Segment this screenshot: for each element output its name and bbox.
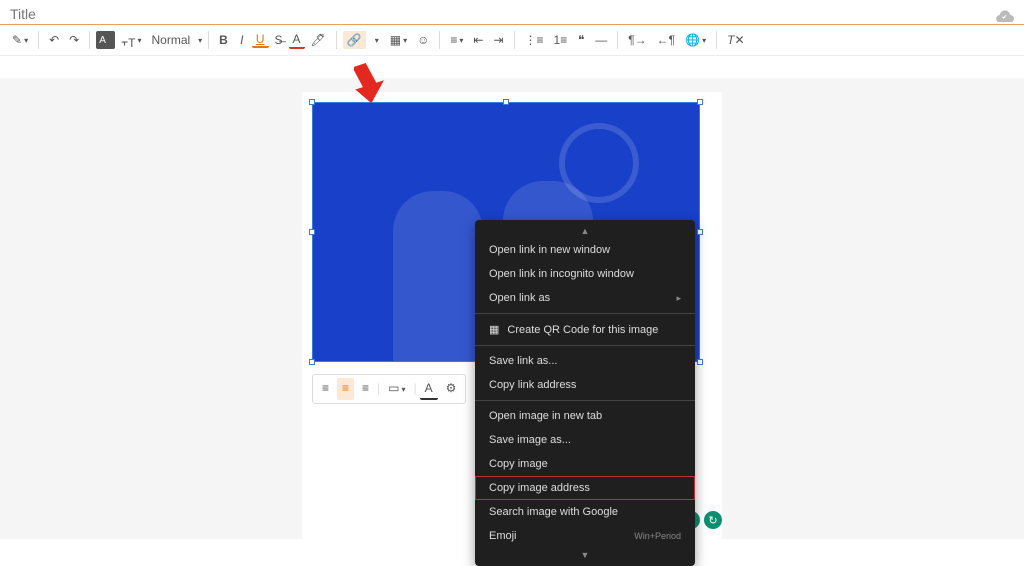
context-menu: ▲ Open link in new window Open link in i… <box>475 220 695 566</box>
resize-handle[interactable] <box>697 99 703 105</box>
align-right-button[interactable]: ≡ <box>357 378 374 400</box>
menu-save-image-as[interactable]: Save image as... <box>475 428 695 452</box>
fab-refresh-button[interactable]: ↻ <box>704 511 722 529</box>
emoji-button[interactable]: ☺ <box>413 31 433 49</box>
image-settings-button[interactable]: ⚙ <box>441 378 462 400</box>
menu-search-google[interactable]: Search image with Google <box>475 500 695 524</box>
highlight-button[interactable]: 🖊 <box>307 31 330 49</box>
menu-save-link-as[interactable]: Save link as... <box>475 349 695 373</box>
paragraph-style-select[interactable]: Normal <box>147 31 194 49</box>
font-family-button[interactable]: A▾ <box>96 31 115 49</box>
align-left-button[interactable]: ≡ <box>317 378 334 400</box>
hr-button[interactable]: — <box>591 31 611 49</box>
menu-open-incognito[interactable]: Open link in incognito window <box>475 262 695 286</box>
scroll-up-icon: ▲ <box>475 224 695 238</box>
indent-button[interactable]: ⇥ <box>489 31 507 49</box>
undo-button[interactable]: ↶ <box>45 31 63 49</box>
menu-create-qr[interactable]: ▦Create QR Code for this image <box>475 317 695 342</box>
clear-format-button[interactable]: T✕ <box>723 31 748 49</box>
link-button[interactable]: 🔗 <box>343 31 366 49</box>
resize-handle[interactable] <box>309 99 315 105</box>
resize-handle[interactable] <box>309 359 315 365</box>
menu-emoji[interactable]: EmojiWin+Period <box>475 524 695 548</box>
resize-handle[interactable] <box>697 359 703 365</box>
scroll-down-icon: ▼ <box>475 548 695 562</box>
strikethrough-button[interactable]: S̶ <box>271 31 287 49</box>
italic-button[interactable]: I <box>234 31 250 49</box>
language-button[interactable]: 🌐▾ <box>681 31 710 49</box>
rtl-button[interactable]: ←¶ <box>653 31 679 49</box>
ltr-button[interactable]: ¶→ <box>624 31 650 49</box>
align-center-button[interactable]: ≡ <box>337 378 354 400</box>
text-color-button[interactable]: A <box>289 31 305 49</box>
menu-open-image-new-tab[interactable]: Open image in new tab <box>475 404 695 428</box>
menu-copy-image-address[interactable]: Copy image address <box>475 476 695 500</box>
quote-button[interactable]: ❝ <box>573 31 589 49</box>
number-list-button[interactable]: 1≡ <box>550 31 572 49</box>
bullet-list-button[interactable]: ⋮≡ <box>521 31 548 49</box>
resize-handle[interactable] <box>503 99 509 105</box>
border-color-button[interactable]: A <box>420 378 438 400</box>
font-size-button[interactable]: ᠇T▾ <box>117 31 146 49</box>
pen-tool-icon[interactable]: ✎▾ <box>8 31 32 49</box>
cloud-saved-icon <box>996 8 1014 25</box>
menu-copy-link-address[interactable]: Copy link address <box>475 373 695 397</box>
outdent-button[interactable]: ⇤ <box>469 31 487 49</box>
title-input[interactable] <box>10 6 1014 22</box>
main-toolbar: ✎▾ ↶ ↷ A▾ ᠇T▾ Normal▾ B I U S̶ A 🖊 🔗 ▾ ▦… <box>0 25 1024 56</box>
underline-button[interactable]: U <box>252 32 269 48</box>
bold-button[interactable]: B <box>215 31 232 49</box>
resize-handle[interactable] <box>309 229 315 235</box>
menu-open-new-window[interactable]: Open link in new window <box>475 238 695 262</box>
redo-button[interactable]: ↷ <box>65 31 83 49</box>
image-toolbar: ≡ ≡ ≡ | ▭▾ | A ⚙ <box>312 374 466 404</box>
video-button[interactable]: ▦▾ <box>386 31 411 49</box>
align-button[interactable]: ≡▾ <box>446 31 467 49</box>
resize-handle[interactable] <box>697 229 703 235</box>
qr-icon: ▦ <box>489 324 499 336</box>
menu-copy-image[interactable]: Copy image <box>475 452 695 476</box>
wrap-button[interactable]: ▭▾ <box>383 378 410 400</box>
menu-open-link-as[interactable]: Open link as▸ <box>475 286 695 310</box>
image-button[interactable]: ▾ <box>368 31 384 49</box>
